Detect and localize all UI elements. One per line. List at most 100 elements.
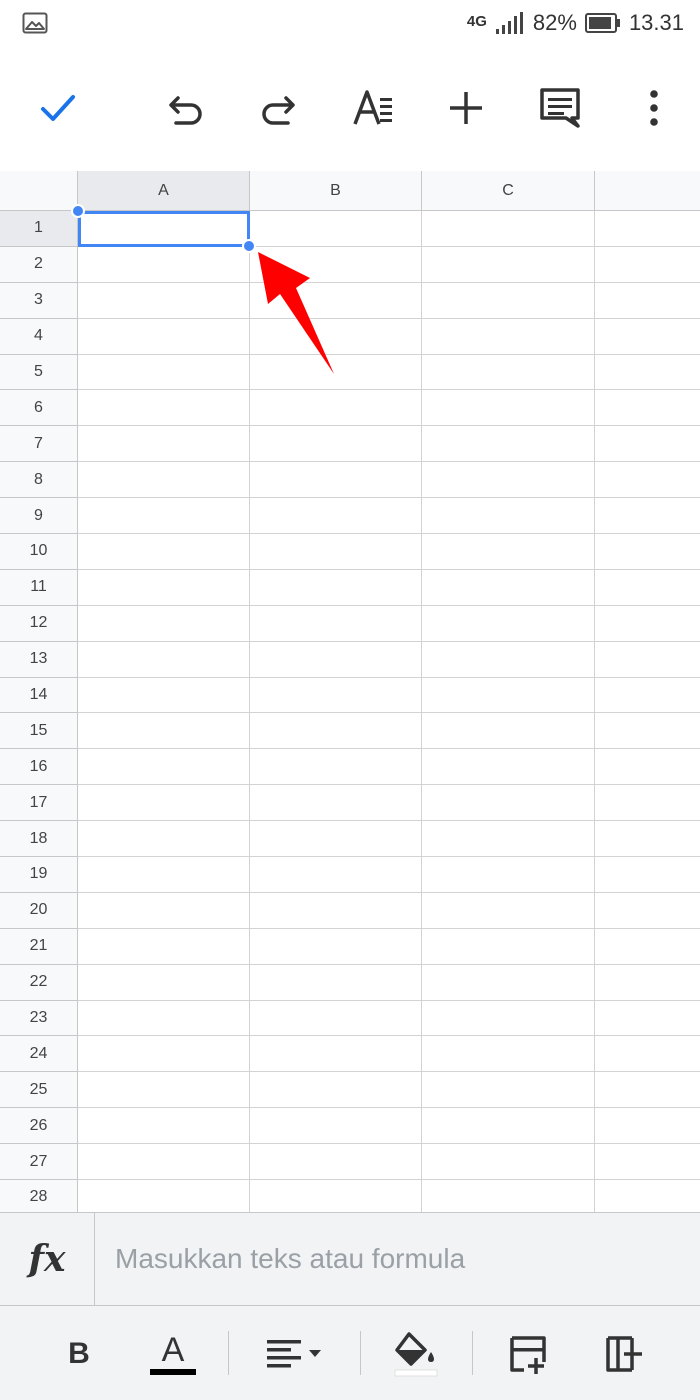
column-header-a[interactable]: A — [78, 171, 250, 211]
grid-cell[interactable] — [422, 1036, 595, 1073]
grid-cell[interactable] — [250, 1180, 422, 1212]
grid-cell[interactable] — [250, 390, 422, 427]
grid-cell[interactable] — [595, 642, 700, 678]
row-header[interactable]: 15 — [0, 713, 78, 750]
grid-cell[interactable] — [595, 319, 700, 355]
grid-cell[interactable] — [595, 211, 700, 247]
grid-cell[interactable] — [78, 964, 250, 1001]
grid-cell[interactable] — [78, 749, 250, 786]
grid-cell[interactable] — [422, 605, 595, 642]
grid-cell[interactable] — [78, 677, 250, 714]
row-header[interactable]: 12 — [0, 605, 78, 642]
grid-cell[interactable] — [78, 211, 250, 247]
row-header[interactable]: 9 — [0, 498, 78, 535]
grid-cell[interactable] — [422, 1072, 595, 1109]
grid-cell[interactable] — [422, 857, 595, 893]
grid-cell[interactable] — [595, 821, 700, 858]
row-header[interactable]: 7 — [0, 426, 78, 463]
grid-cell[interactable] — [250, 462, 422, 499]
grid-cell[interactable] — [250, 749, 422, 786]
grid-cell[interactable] — [78, 1036, 250, 1073]
grid-cell[interactable] — [78, 892, 250, 929]
grid-cell[interactable] — [78, 641, 250, 678]
grid-cell[interactable] — [78, 928, 250, 965]
grid-cell[interactable] — [422, 928, 595, 965]
grid-cell[interactable] — [250, 534, 422, 570]
grid-cell[interactable] — [250, 1144, 422, 1181]
grid-cell[interactable] — [78, 498, 250, 535]
grid-cell[interactable] — [250, 928, 422, 965]
row-header[interactable]: 17 — [0, 785, 78, 822]
row-header[interactable]: 8 — [0, 462, 78, 499]
grid-cell[interactable] — [595, 462, 700, 499]
grid-cell[interactable] — [422, 1144, 595, 1181]
grid-cell[interactable] — [422, 892, 595, 929]
grid-cell[interactable] — [595, 1144, 700, 1181]
grid-cell[interactable] — [422, 749, 595, 786]
row-header[interactable]: 14 — [0, 677, 78, 714]
grid-cell[interactable] — [250, 1072, 422, 1109]
grid-cell[interactable] — [78, 713, 250, 750]
grid-cell[interactable] — [422, 246, 595, 283]
grid-cell[interactable] — [422, 318, 595, 355]
grid-cell[interactable] — [595, 929, 700, 965]
row-header[interactable]: 23 — [0, 1000, 78, 1037]
row-header[interactable]: 18 — [0, 821, 78, 858]
row-header[interactable]: 28 — [0, 1180, 78, 1212]
grid-cell[interactable] — [78, 1000, 250, 1037]
grid-cell[interactable] — [78, 1144, 250, 1181]
grid-cell[interactable] — [595, 1108, 700, 1145]
row-header[interactable]: 25 — [0, 1072, 78, 1109]
grid-cell[interactable] — [595, 713, 700, 750]
grid-cell[interactable] — [595, 426, 700, 463]
grid-cell[interactable] — [595, 749, 700, 786]
row-header[interactable]: 5 — [0, 354, 78, 391]
grid-cell[interactable] — [250, 641, 422, 678]
grid-cell[interactable] — [595, 1072, 700, 1109]
fill-color-button[interactable] — [388, 1326, 444, 1382]
grid-cell[interactable] — [78, 605, 250, 642]
grid-cell[interactable] — [250, 677, 422, 714]
grid-cell[interactable] — [595, 534, 700, 570]
grid-cell[interactable] — [78, 426, 250, 463]
grid-cell[interactable] — [250, 785, 422, 822]
row-header[interactable]: 11 — [0, 569, 78, 606]
row-header[interactable]: 13 — [0, 641, 78, 678]
grid-cell[interactable] — [78, 857, 250, 893]
grid-cell[interactable] — [595, 606, 700, 642]
row-header[interactable]: 19 — [0, 857, 78, 893]
row-header[interactable]: 10 — [0, 534, 78, 570]
grid-cell[interactable] — [595, 390, 700, 427]
text-format-button[interactable] — [346, 80, 402, 136]
grid-cell[interactable] — [250, 569, 422, 606]
row-header[interactable]: 16 — [0, 749, 78, 786]
grid-cell[interactable] — [250, 426, 422, 463]
grid-cell[interactable] — [422, 1180, 595, 1212]
grid-cell[interactable] — [595, 1036, 700, 1073]
column-header-c[interactable]: C — [422, 171, 595, 211]
formula-input[interactable] — [115, 1239, 675, 1279]
grid-cell[interactable] — [250, 605, 422, 642]
grid-cell[interactable] — [595, 965, 700, 1001]
row-header[interactable]: 21 — [0, 928, 78, 965]
grid-cell[interactable] — [78, 569, 250, 606]
grid-cell[interactable] — [250, 1000, 422, 1037]
row-header[interactable]: 27 — [0, 1144, 78, 1181]
grid-cell[interactable] — [422, 569, 595, 606]
grid-cell[interactable] — [250, 892, 422, 929]
grid-cell[interactable] — [595, 1180, 700, 1212]
grid-cell[interactable] — [78, 534, 250, 570]
select-all-corner[interactable] — [0, 171, 78, 211]
grid-cell[interactable] — [595, 247, 700, 283]
grid-cell[interactable] — [422, 1108, 595, 1145]
spreadsheet-grid[interactable]: A B C D 12345678910111213141516171819202… — [0, 171, 700, 1212]
grid-cell[interactable] — [422, 1000, 595, 1037]
insert-row-button[interactable] — [500, 1326, 556, 1382]
grid-cell[interactable] — [595, 785, 700, 822]
bold-button[interactable]: B — [56, 1326, 102, 1382]
row-header[interactable]: 20 — [0, 892, 78, 929]
grid-cell[interactable] — [78, 318, 250, 355]
grid-cell[interactable] — [250, 857, 422, 893]
grid-cell[interactable] — [422, 677, 595, 714]
row-header[interactable]: 4 — [0, 318, 78, 355]
